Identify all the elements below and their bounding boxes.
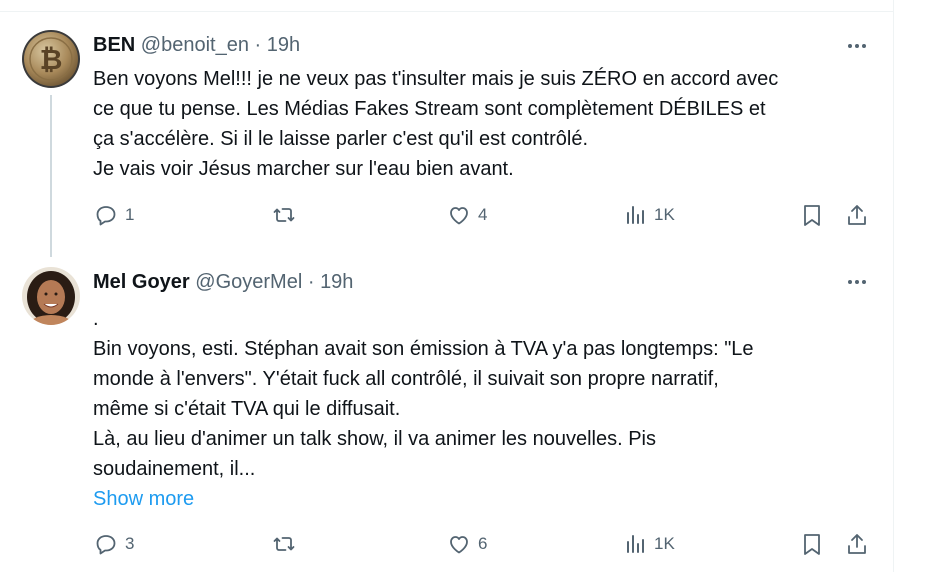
tweet-text-line: Ben voyons Mel!!! je ne veux pas t'insul… (93, 68, 779, 90)
more-icon (848, 44, 866, 48)
tweet-time[interactable]: 19h (320, 271, 353, 293)
separator-dot: · (307, 271, 315, 293)
author-handle[interactable]: @GoyerMel (195, 271, 302, 293)
retweet-icon (273, 208, 295, 222)
views-button[interactable]: 1K (624, 203, 675, 227)
tweet-text-line: . (93, 308, 99, 330)
reply-count: 3 (125, 534, 135, 553)
tweet-header: BEN @benoit_en · 19h (93, 34, 300, 57)
bookmark-icon (804, 205, 820, 226)
like-count: 4 (478, 205, 488, 224)
like-count: 6 (478, 534, 488, 553)
tweet-ben[interactable]: ₿ BEN @benoit_en · 19h Ben voyons Mel!!!… (0, 0, 893, 260)
tweet-text: Ben voyons Mel!!! je ne veux pas t'insul… (93, 64, 883, 184)
tweet-text-line: soudainement, il... (93, 458, 256, 480)
like-icon (450, 536, 468, 554)
retweet-button[interactable] (271, 203, 303, 227)
more-options-button[interactable] (842, 36, 872, 56)
tweet-text-line: Je vais voir Jésus marcher sur l'eau bie… (93, 158, 514, 180)
separator-dot: · (254, 34, 262, 56)
tweet-text-line: Bin voyons, esti. Stéphan avait son émis… (93, 338, 754, 360)
views-icon (627, 206, 644, 224)
tweet-text-line: même si c'était TVA qui le diffusait. (93, 398, 401, 420)
woman-photo-avatar[interactable] (22, 267, 80, 325)
tweet-time[interactable]: 19h (267, 34, 300, 56)
bookmark-icon (804, 534, 820, 555)
svg-text:₿: ₿ (40, 43, 63, 76)
bookmark-button[interactable] (801, 203, 823, 227)
like-button[interactable]: 4 (446, 203, 487, 227)
retweet-button[interactable] (271, 532, 303, 556)
like-button[interactable]: 6 (446, 532, 487, 556)
like-icon (450, 207, 468, 225)
views-count: 1K (654, 534, 675, 553)
views-button[interactable]: 1K (624, 532, 675, 556)
more-icon (848, 280, 866, 284)
author-handle[interactable]: @benoit_en (141, 34, 249, 56)
share-icon (848, 534, 866, 554)
tweet-text-line: ce que tu pense. Les Médias Fakes Stream… (93, 98, 766, 120)
bookmark-button[interactable] (801, 532, 823, 556)
timeline-border (893, 0, 894, 572)
tweet-mel-goyer[interactable]: Mel Goyer @GoyerMel · 19h . Bin voyons, … (0, 260, 893, 572)
retweet-icon (273, 537, 295, 551)
views-count: 1K (654, 205, 675, 224)
tweet-text-line: monde à l'envers". Y'était fuck all cont… (93, 368, 719, 390)
author-name[interactable]: BEN (93, 34, 135, 56)
share-button[interactable] (846, 532, 868, 556)
reply-count: 1 (125, 205, 135, 224)
tweet-text: . Bin voyons, esti. Stéphan avait son ém… (93, 304, 883, 514)
views-icon (627, 535, 644, 553)
share-icon (848, 205, 866, 225)
share-button[interactable] (846, 203, 868, 227)
author-name[interactable]: Mel Goyer (93, 271, 190, 293)
tweet-text-line: Là, au lieu d'animer un talk show, il va… (93, 428, 656, 450)
tweet-header: Mel Goyer @GoyerMel · 19h (93, 271, 353, 294)
reply-icon (96, 535, 116, 555)
reply-icon (96, 206, 116, 226)
reply-button[interactable]: 1 (93, 203, 134, 227)
bitcoin-avatar[interactable]: ₿ (22, 30, 80, 88)
more-options-button[interactable] (842, 272, 872, 292)
reply-button[interactable]: 3 (93, 532, 134, 556)
show-more-link[interactable]: Show more (93, 484, 883, 514)
tweet-text-line: ça s'accélère. Si il le laisse parler c'… (93, 128, 588, 150)
